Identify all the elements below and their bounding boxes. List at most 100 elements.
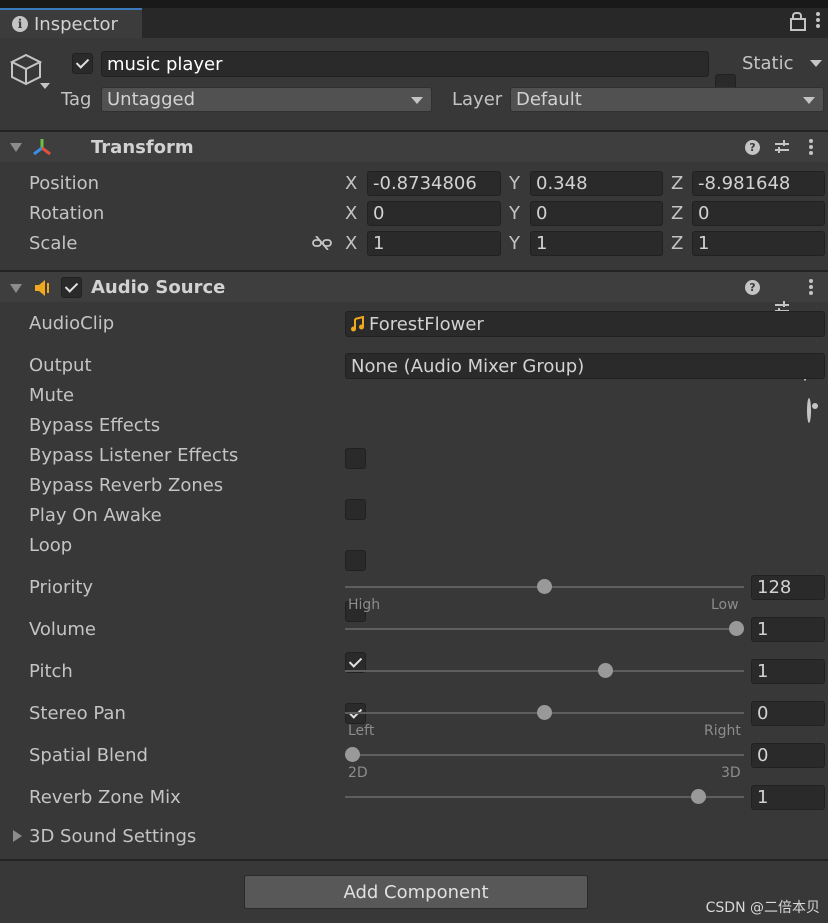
- volume-slider-knob[interactable]: [729, 621, 744, 636]
- scale-z-field[interactable]: 1: [692, 231, 825, 256]
- axis-y-label: Y: [509, 233, 520, 254]
- help-icon[interactable]: ?: [745, 280, 760, 295]
- bypass-effects-checkbox[interactable]: [345, 499, 366, 520]
- stereo-pan-field[interactable]: 0: [751, 701, 825, 726]
- priority-min-label: High: [348, 597, 381, 613]
- transform-icon: [33, 139, 51, 156]
- audio-source-enabled-checkbox[interactable]: [61, 277, 82, 298]
- position-z-field[interactable]: -8.981648: [692, 171, 825, 196]
- axis-y-label: Y: [509, 173, 520, 194]
- bypass-listener-effects-label: Bypass Listener Effects: [29, 445, 239, 466]
- window-top-bar: [0, 0, 828, 8]
- play-on-awake-label: Play On Awake: [29, 505, 162, 526]
- 3d-sound-settings-foldout[interactable]: 3D Sound Settings: [29, 826, 196, 847]
- tag-dropdown[interactable]: Untagged: [101, 87, 432, 112]
- spatial-blend-min-label: 2D: [348, 765, 368, 781]
- pitch-label: Pitch: [29, 661, 73, 682]
- tab-inspector[interactable]: i Inspector: [0, 8, 142, 38]
- rotation-x-field[interactable]: 0: [367, 201, 501, 226]
- music-note-icon: [351, 316, 364, 332]
- volume-label: Volume: [29, 619, 96, 640]
- reverb-zone-mix-field[interactable]: 1: [751, 785, 825, 810]
- spatial-blend-max-label: 3D: [721, 765, 741, 781]
- fold-arrow-right-icon[interactable]: [13, 830, 22, 842]
- object-name-value: music player: [107, 53, 223, 75]
- pitch-slider-knob[interactable]: [598, 663, 614, 678]
- volume-slider-track[interactable]: [345, 628, 744, 630]
- position-x-value: -0.8734806: [373, 173, 477, 194]
- active-checkbox[interactable]: [72, 53, 93, 74]
- rotation-y-value: 0: [536, 203, 548, 224]
- fold-arrow-icon[interactable]: [10, 143, 22, 152]
- add-component-button[interactable]: Add Component: [244, 875, 588, 909]
- scale-z-value: 1: [698, 233, 710, 254]
- help-icon[interactable]: ?: [745, 140, 760, 155]
- scale-y-field[interactable]: 1: [530, 231, 663, 256]
- gameobject-cube-icon[interactable]: [9, 52, 52, 94]
- fold-arrow-icon[interactable]: [10, 284, 22, 293]
- audioclip-value: ForestFlower: [369, 313, 484, 335]
- chevron-down-icon: [411, 97, 423, 104]
- axis-x-label: X: [345, 203, 358, 224]
- spatial-blend-label: Spatial Blend: [29, 745, 148, 766]
- tab-title: Inspector: [34, 13, 118, 35]
- output-field[interactable]: None (Audio Mixer Group): [345, 353, 825, 379]
- layer-dropdown[interactable]: Default: [510, 87, 824, 112]
- stereo-pan-label: Stereo Pan: [29, 703, 126, 724]
- stereo-pan-slider-knob[interactable]: [537, 705, 552, 720]
- object-picker-icon[interactable]: [807, 398, 811, 423]
- object-name-field[interactable]: music player: [101, 51, 709, 77]
- audio-source-header[interactable]: Audio Source ?: [0, 272, 828, 314]
- rotation-x-value: 0: [373, 203, 385, 224]
- pitch-value: 1: [757, 661, 769, 682]
- stereo-pan-value: 0: [757, 703, 769, 724]
- reverb-zone-mix-slider-track[interactable]: [345, 796, 744, 798]
- output-value: None (Audio Mixer Group): [351, 355, 585, 377]
- lock-icon[interactable]: [790, 12, 806, 31]
- rotation-y-field[interactable]: 0: [530, 201, 663, 226]
- mute-label: Mute: [29, 385, 75, 406]
- reverb-zone-mix-label: Reverb Zone Mix: [29, 787, 181, 808]
- position-y-field[interactable]: 0.348: [530, 171, 663, 196]
- tag-value: Untagged: [107, 89, 196, 110]
- axis-x-label: X: [345, 233, 358, 254]
- priority-field[interactable]: 128: [751, 575, 825, 600]
- static-dropdown-arrow-icon[interactable]: [810, 60, 822, 67]
- reverb-zone-mix-value: 1: [757, 787, 769, 808]
- pitch-field[interactable]: 1: [751, 659, 825, 684]
- position-x-field[interactable]: -0.8734806: [367, 171, 501, 196]
- bypass-listener-effects-checkbox[interactable]: [345, 550, 366, 571]
- axis-z-label: Z: [671, 203, 684, 224]
- axis-x-label: X: [345, 173, 358, 194]
- transform-header[interactable]: Transform ?: [0, 132, 828, 162]
- spatial-blend-slider-track[interactable]: [345, 754, 744, 756]
- priority-value: 128: [757, 577, 792, 598]
- audioclip-field[interactable]: ForestFlower: [345, 311, 825, 337]
- info-icon: i: [12, 16, 28, 32]
- more-options-icon[interactable]: [816, 12, 820, 28]
- audio-source-title: Audio Source: [91, 277, 226, 298]
- watermark: CSDN @二倍本贝: [705, 900, 820, 916]
- stereo-pan-min-label: Left: [348, 723, 375, 739]
- axis-z-label: Z: [671, 233, 684, 254]
- loop-label: Loop: [29, 535, 73, 556]
- layer-label: Layer: [452, 89, 503, 110]
- spatial-blend-field[interactable]: 0: [751, 743, 825, 768]
- reverb-zone-mix-slider-knob[interactable]: [690, 789, 706, 804]
- rotation-z-field[interactable]: 0: [692, 201, 825, 226]
- position-z-value: -8.981648: [698, 173, 791, 194]
- bypass-reverb-zones-label: Bypass Reverb Zones: [29, 475, 224, 496]
- spatial-blend-slider-knob[interactable]: [345, 747, 360, 762]
- priority-slider-knob[interactable]: [537, 579, 552, 594]
- mute-checkbox[interactable]: [345, 448, 366, 469]
- scale-x-field[interactable]: 1: [367, 231, 501, 256]
- unlinked-scale-icon[interactable]: [312, 236, 332, 250]
- audio-source-icon: [35, 280, 49, 296]
- rotation-label: Rotation: [29, 203, 105, 224]
- volume-field[interactable]: 1: [751, 617, 825, 642]
- component-menu-icon[interactable]: [809, 279, 813, 295]
- pitch-slider-track[interactable]: [345, 670, 744, 672]
- tab-actions: [790, 12, 820, 31]
- component-menu-icon[interactable]: [809, 139, 813, 155]
- layer-value: Default: [516, 89, 582, 110]
